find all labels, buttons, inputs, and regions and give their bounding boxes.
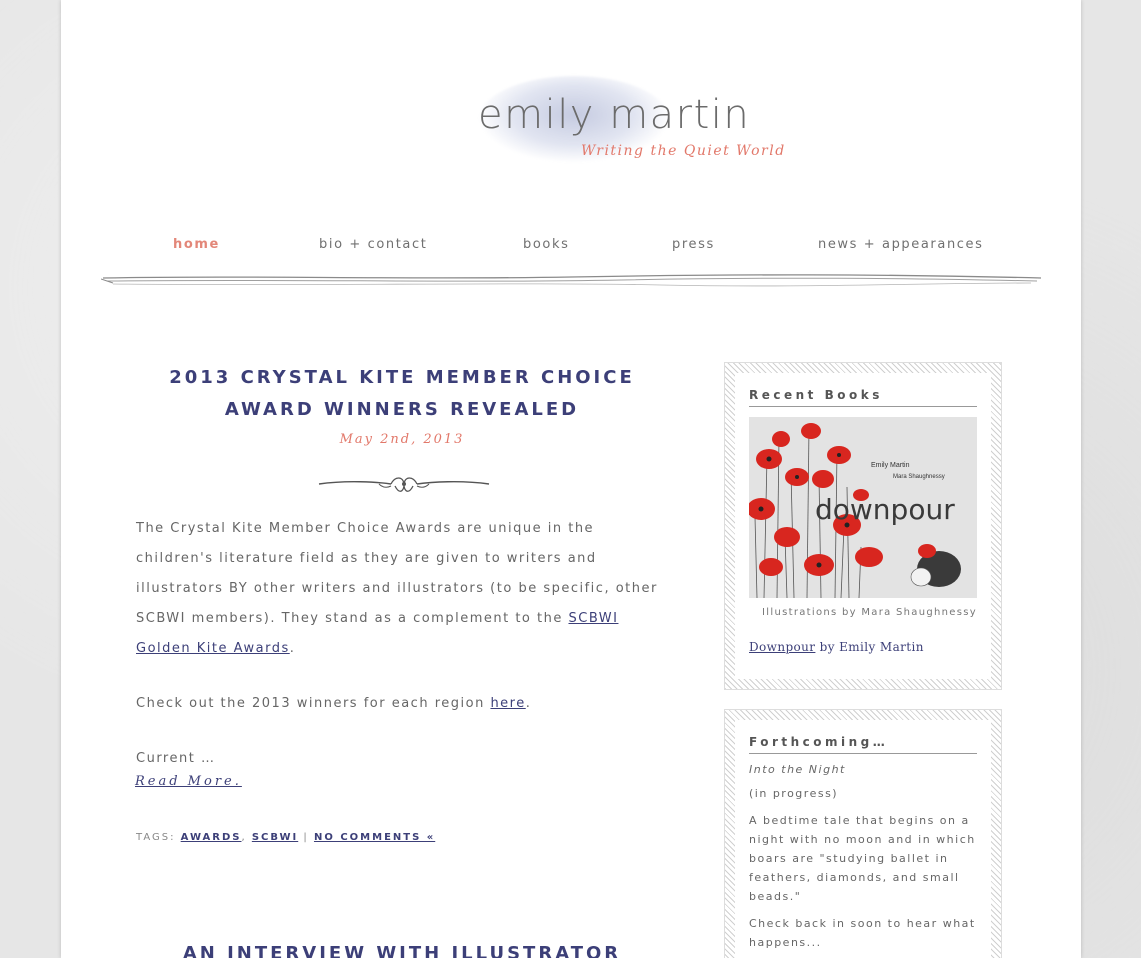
widget-title: Recent Books: [749, 388, 977, 407]
site-logo[interactable]: emily martin Writing the Quiet World: [461, 70, 801, 180]
post-title[interactable]: 2013 Crystal Kite Member Choice Award Wi…: [137, 362, 667, 426]
cover-title: downpour: [815, 493, 955, 526]
comments-link[interactable]: No Comments «: [314, 832, 435, 843]
tags-separator: |: [303, 832, 309, 843]
nav-news-appearances[interactable]: news + appearances: [818, 237, 984, 252]
widget-forthcoming: Forthcoming… Into the Night (in progress…: [724, 709, 1002, 958]
tag-awards[interactable]: awards: [181, 832, 242, 843]
forthcoming-status: (in progress): [749, 787, 839, 800]
post-title-2[interactable]: An Interview with Illustrator: [137, 938, 667, 958]
post-paragraph: The Crystal Kite Member Choice Awards ar…: [136, 521, 658, 656]
cover-author: Emily Martin: [871, 462, 910, 469]
post-date: May 2nd, 2013: [339, 432, 465, 447]
post-title-line2[interactable]: Award Winners Revealed: [225, 399, 579, 420]
forthcoming-description: A bedtime tale that begins on a night wi…: [749, 814, 976, 903]
site-name: emily martin: [478, 92, 751, 138]
post-paragraph: Current …: [136, 751, 216, 766]
forthcoming-book-title: Into the Night: [749, 763, 846, 776]
tags-label: Tags:: [136, 832, 176, 843]
page-container: emily martin Writing the Quiet World hom…: [61, 0, 1081, 958]
widget-recent-books: Recent Books Emily Martin Mara Shaughnes…: [724, 362, 1002, 690]
site-tagline: Writing the Quiet World: [581, 143, 786, 159]
post-paragraph: Check out the 2013 winners for each regi…: [136, 696, 532, 711]
nav-books[interactable]: books: [523, 237, 569, 252]
post-title-line1[interactable]: 2013 Crystal Kite Member Choice: [169, 367, 635, 388]
winners-here-link[interactable]: here: [490, 696, 525, 711]
downpour-link[interactable]: Downpour: [749, 640, 815, 654]
nav-divider-line: [101, 274, 1042, 287]
nav-press[interactable]: press: [672, 237, 715, 252]
tag-scbwi[interactable]: SCBWI: [252, 832, 298, 843]
forthcoming-check-back: Check back in soon to hear what happens.…: [749, 917, 976, 949]
read-more-link[interactable]: Read More.: [135, 774, 242, 789]
cover-caption: Illustrations by Mara Shaughnessy: [762, 607, 977, 618]
flourish-ornament-icon: [318, 477, 490, 492]
widget-inner: Forthcoming… Into the Night (in progress…: [735, 720, 991, 958]
widget-inner: Recent Books Emily Martin Mara Shaughnes…: [735, 373, 991, 679]
book-credit: Downpour by Emily Martin: [749, 640, 924, 654]
post-body: The Crystal Kite Member Choice Awards ar…: [136, 514, 666, 799]
book-cover-image[interactable]: Emily Martin Mara Shaughnessy downpour: [749, 417, 977, 598]
downpour-cover-illustration: Emily Martin Mara Shaughnessy downpour: [749, 417, 977, 598]
main-nav: home bio + contact books press news + ap…: [61, 237, 1081, 257]
post-tags: Tags: awards, SCBWI | No Comments «: [136, 832, 436, 843]
cover-illustrator: Mara Shaughnessy: [893, 474, 945, 480]
widget-title: Forthcoming…: [749, 735, 977, 754]
nav-home[interactable]: home: [173, 237, 220, 252]
nav-bio-contact[interactable]: bio + contact: [319, 237, 427, 252]
